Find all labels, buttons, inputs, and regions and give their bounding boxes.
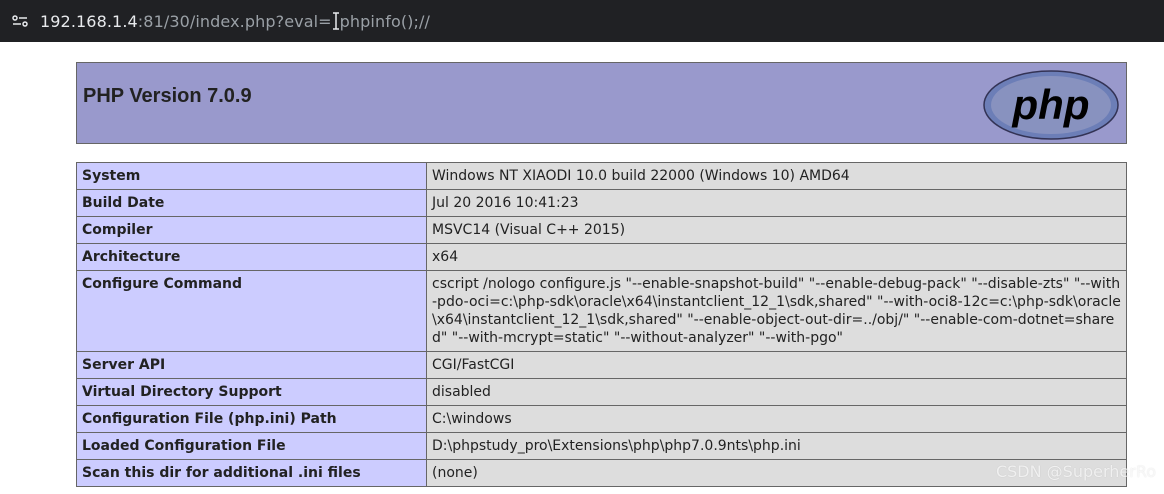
row-value: CGI/FastCGI — [426, 351, 1127, 379]
table-row: Configuration File (php.ini) Path C:\wind… — [76, 405, 1127, 433]
table-row: Architecture x64 — [76, 243, 1127, 271]
table-row: Loaded Configuration File D:\phpstudy_pro… — [76, 432, 1127, 460]
table-row: System Windows NT XIAODI 10.0 build 22000… — [76, 162, 1127, 190]
row-value: Windows NT XIAODI 10.0 build 22000 (Wind… — [426, 162, 1127, 190]
url-host: 192.168.1.4 — [40, 11, 138, 31]
php-logo-text: php — [1012, 81, 1090, 128]
php-version-header: PHP Version 7.0.9 php — [76, 62, 1127, 144]
row-value: x64 — [426, 243, 1127, 271]
watermark: CSDN @SuperherRo — [995, 462, 1156, 481]
row-key: Architecture — [76, 243, 427, 271]
row-key: Scan this dir for additional .ini files — [76, 459, 427, 487]
table-row: Server API CGI/FastCGI — [76, 351, 1127, 379]
php-logo: php — [983, 70, 1119, 140]
table-row: Configure Command cscript /nologo configu… — [76, 270, 1127, 352]
table-row: Build Date Jul 20 2016 10:41:23 — [76, 189, 1127, 217]
php-info-table: System Windows NT XIAODI 10.0 build 22000… — [76, 162, 1127, 487]
row-key: Configuration File (php.ini) Path — [76, 405, 427, 433]
row-value: cscript /nologo configure.js "--enable-s… — [426, 270, 1127, 352]
url-path-end: phpinfo();// — [339, 11, 430, 31]
row-key: Configure Command — [76, 270, 427, 352]
site-settings-icon[interactable] — [12, 14, 28, 28]
page-title: PHP Version 7.0.9 — [83, 85, 252, 107]
row-value: C:\windows — [426, 405, 1127, 433]
url-text[interactable]: 192.168.1.4:81/30/index.php?eval= phpinfo… — [40, 12, 430, 31]
row-value: Jul 20 2016 10:41:23 — [426, 189, 1127, 217]
table-row: Compiler MSVC14 (Visual C++ 2015) — [76, 216, 1127, 244]
row-key: Server API — [76, 351, 427, 379]
text-cursor-icon — [332, 11, 340, 30]
row-key: Loaded Configuration File — [76, 432, 427, 460]
row-key: System — [76, 162, 427, 190]
row-key: Virtual Directory Support — [76, 378, 427, 406]
row-key: Build Date — [76, 189, 427, 217]
table-row: Scan this dir for additional .ini files(… — [76, 459, 1127, 487]
row-value: MSVC14 (Visual C++ 2015) — [426, 216, 1127, 244]
row-value: D:\phpstudy_pro\Extensions\php\php7.0.9n… — [426, 432, 1127, 460]
table-row: Virtual Directory Support disabled — [76, 378, 1127, 406]
row-value: disabled — [426, 378, 1127, 406]
row-key: Compiler — [76, 216, 427, 244]
address-bar[interactable]: 192.168.1.4:81/30/index.php?eval= phpinfo… — [0, 0, 1164, 42]
url-path: :81/30/index.php?eval= — [137, 11, 332, 31]
